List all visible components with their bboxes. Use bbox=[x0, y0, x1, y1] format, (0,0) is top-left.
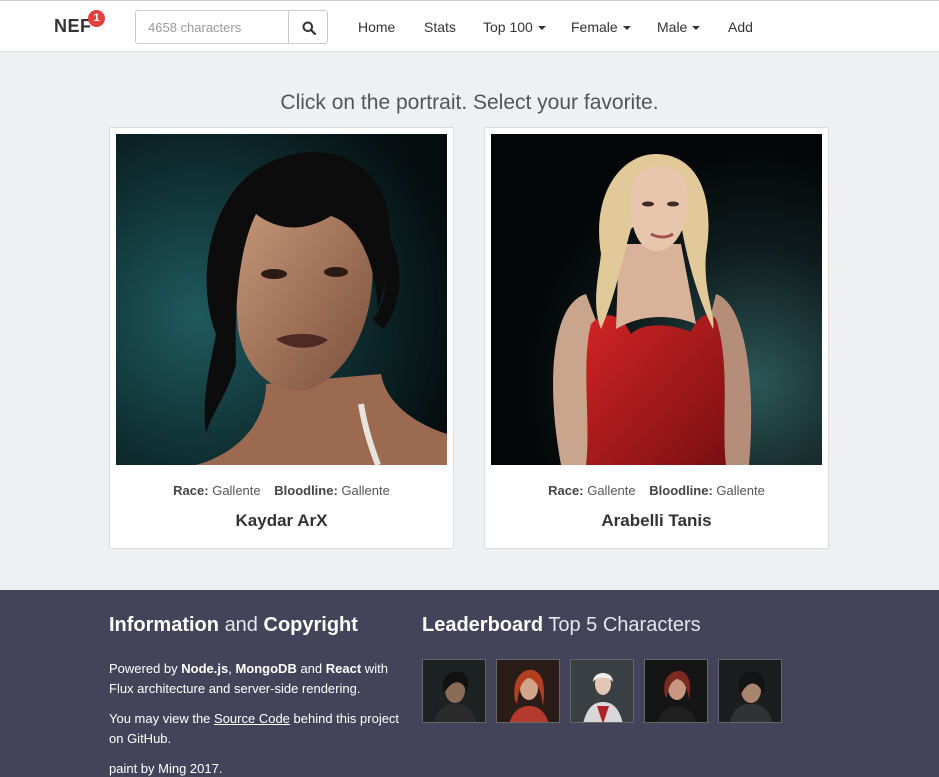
caret-down-icon bbox=[692, 26, 701, 31]
powered-prefix: Powered by bbox=[109, 661, 182, 676]
caret-down-icon bbox=[622, 26, 631, 31]
nav-top-100-label: Top 100 bbox=[483, 19, 533, 35]
info-heading-b: Copyright bbox=[263, 614, 358, 636]
search-input[interactable] bbox=[135, 10, 289, 44]
brand-logo[interactable]: NEF bbox=[54, 16, 92, 37]
footer: Information and Copyright Powered by Nod… bbox=[0, 590, 939, 777]
search-icon bbox=[302, 21, 316, 35]
bloodline-label: Bloodline: bbox=[274, 483, 338, 498]
character-meta-right: Race: Gallente Bloodline: Gallente bbox=[485, 483, 828, 498]
nav-female-dropdown[interactable]: Female bbox=[571, 19, 631, 35]
character-card-right: Race: Gallente Bloodline: Gallente Arabe… bbox=[484, 127, 829, 549]
page-headline: Click on the portrait. Select your favor… bbox=[280, 91, 659, 114]
character-portrait-left[interactable] bbox=[116, 134, 447, 465]
notification-badge[interactable]: 1 bbox=[88, 10, 105, 27]
nav-male-label: Male bbox=[657, 19, 688, 35]
race-value: Gallente bbox=[587, 483, 636, 498]
source-code-text: You may view the Source Code behind this… bbox=[109, 709, 409, 749]
source-prefix: You may view the bbox=[109, 711, 215, 726]
character-portrait-right[interactable] bbox=[491, 134, 822, 465]
info-heading-and: and bbox=[224, 614, 258, 636]
bloodline-label: Bloodline: bbox=[649, 483, 713, 498]
leaderboard-heading-light: Top 5 Characters bbox=[548, 614, 701, 636]
character-meta-left: Race: Gallente Bloodline: Gallente bbox=[110, 483, 453, 498]
leaderboard-thumb-1[interactable] bbox=[422, 659, 486, 723]
source-code-link[interactable]: Source Code bbox=[214, 711, 290, 726]
nav-stats[interactable]: Stats bbox=[424, 19, 456, 35]
search-button[interactable] bbox=[288, 10, 328, 44]
leaderboard-thumb-4[interactable] bbox=[644, 659, 708, 723]
character-name-left[interactable]: Kaydar ArX bbox=[110, 511, 453, 531]
race-value: Gallente bbox=[212, 483, 261, 498]
info-heading-a: Information bbox=[109, 614, 219, 636]
leaderboard-thumb-5[interactable] bbox=[718, 659, 782, 723]
caret-down-icon bbox=[537, 26, 546, 31]
leaderboard-thumb-2[interactable] bbox=[496, 659, 560, 723]
tech-nodejs: Node.js bbox=[181, 661, 229, 676]
character-card-left: Race: Gallente Bloodline: Gallente Kayda… bbox=[109, 127, 454, 549]
credit-text: paint by Ming 2017. bbox=[109, 761, 223, 776]
leaderboard-heading: Leaderboard Top 5 Characters bbox=[422, 614, 701, 637]
bloodline-value: Gallente bbox=[716, 483, 765, 498]
bloodline-value: Gallente bbox=[341, 483, 390, 498]
powered-by-text: Powered by Node.js, MongoDB and React wi… bbox=[109, 659, 409, 699]
tech-react: React bbox=[325, 661, 362, 676]
sep-2: and bbox=[296, 661, 326, 676]
nav-add[interactable]: Add bbox=[728, 19, 753, 35]
race-label: Race: bbox=[548, 483, 584, 498]
search-form bbox=[135, 10, 328, 44]
leaderboard-thumb-3[interactable] bbox=[570, 659, 634, 723]
character-name-right[interactable]: Arabelli Tanis bbox=[485, 511, 828, 531]
navbar: NEF 1 Home Stats Top 100 Female Male Add bbox=[0, 0, 939, 52]
info-heading: Information and Copyright bbox=[109, 614, 358, 637]
race-label: Race: bbox=[173, 483, 209, 498]
leaderboard-heading-bold: Leaderboard bbox=[422, 614, 544, 636]
nav-top-100-dropdown[interactable]: Top 100 bbox=[483, 19, 546, 35]
nav-female-label: Female bbox=[571, 19, 618, 35]
nav-male-dropdown[interactable]: Male bbox=[657, 19, 701, 35]
nav-home[interactable]: Home bbox=[358, 19, 395, 35]
tech-mongodb: MongoDB bbox=[235, 661, 297, 676]
